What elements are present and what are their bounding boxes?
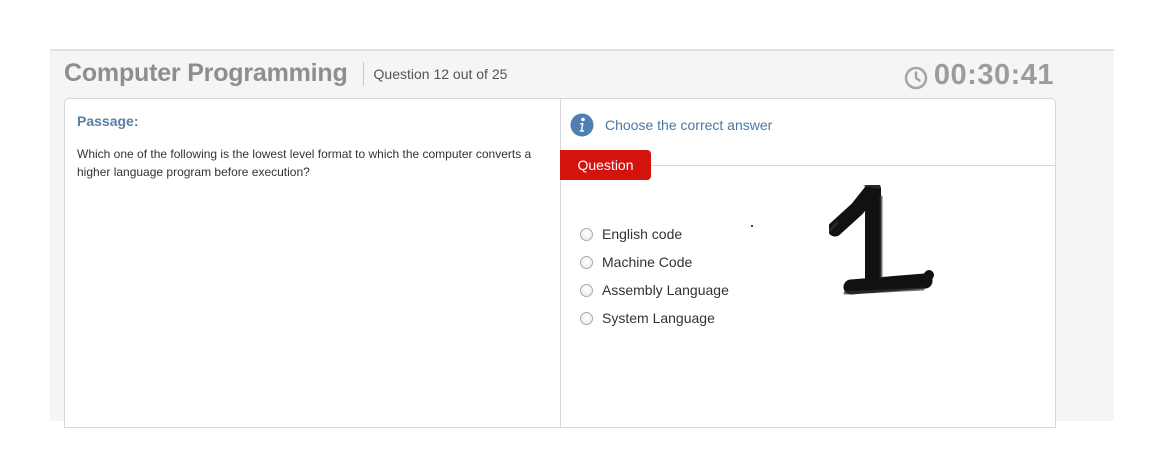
info-icon — [570, 113, 594, 137]
instruction-text: Choose the correct answer — [605, 117, 773, 133]
option-system-language[interactable]: System Language — [580, 304, 729, 332]
option-assembly-language[interactable]: Assembly Language — [580, 276, 729, 304]
question-panel: Passage: Which one of the following is t… — [64, 98, 1056, 428]
radio-button[interactable] — [580, 283, 593, 297]
radio-button[interactable] — [580, 311, 593, 325]
passage-label: Passage: — [77, 113, 139, 129]
timer: 00:30:41 — [904, 59, 1054, 92]
page-title: Computer Programming — [64, 59, 348, 87]
clock-icon — [904, 66, 928, 89]
option-label[interactable]: System Language — [602, 310, 715, 326]
answer-options: English code Machine Code Assembly Langu… — [580, 220, 729, 332]
answer-pane: Choose the correct answer Question Engli… — [560, 99, 1057, 427]
passage-text: Which one of the following is the lowest… — [77, 147, 532, 179]
timer-value: 00:30:41 — [933, 59, 1054, 91]
header: Computer Programming Question 12 out of … — [64, 59, 507, 88]
option-label[interactable]: Machine Code — [602, 254, 692, 270]
handwritten-number-one — [829, 185, 934, 295]
option-label[interactable]: Assembly Language — [602, 282, 729, 298]
radio-button[interactable] — [580, 227, 593, 241]
option-label[interactable]: English code — [602, 226, 682, 242]
option-english-code[interactable]: English code — [580, 220, 729, 248]
option-machine-code[interactable]: Machine Code — [580, 248, 729, 276]
passage-pane: Passage: Which one of the following is t… — [65, 99, 561, 427]
header-divider — [362, 61, 364, 86]
instruction-row: Choose the correct answer — [570, 113, 772, 137]
question-counter: Question 12 out of 25 — [373, 65, 508, 82]
test-window: Computer Programming Question 12 out of … — [50, 49, 1114, 428]
stray-dot — [751, 225, 753, 227]
tab-question[interactable]: Question — [560, 150, 651, 180]
radio-button[interactable] — [580, 255, 593, 269]
